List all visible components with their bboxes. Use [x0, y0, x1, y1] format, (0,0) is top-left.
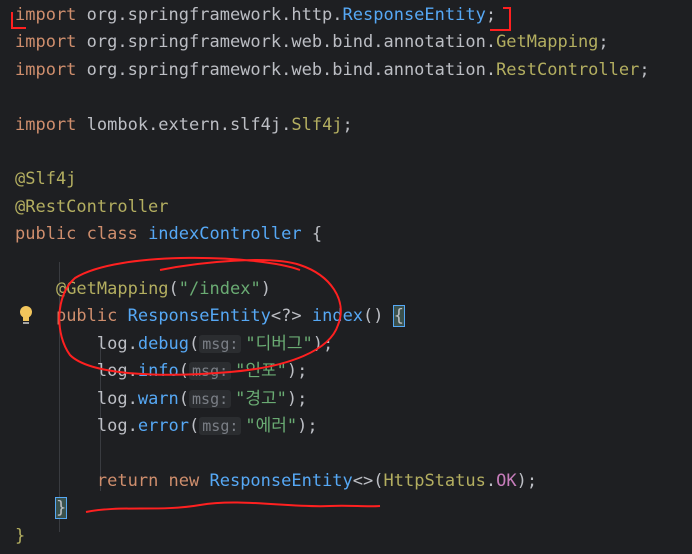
- code-token: Slf4j: [291, 114, 343, 135]
- code-token: @GetMapping: [55, 279, 169, 299]
- code-line[interactable]: return new ResponseEntity<>(HttpStatus.O…: [15, 468, 537, 495]
- code-token: {: [392, 305, 406, 328]
- code-token: {: [301, 224, 323, 245]
- code-token: (: [189, 416, 200, 436]
- code-token: (): [363, 306, 394, 327]
- code-token: );: [286, 388, 308, 409]
- code-token: import: [15, 32, 77, 53]
- code-token: (: [178, 388, 190, 409]
- code-token: );: [312, 333, 334, 354]
- code-token: log.: [15, 361, 138, 382]
- parameter-hint: msg:: [199, 417, 242, 435]
- code-token: "에러": [245, 416, 298, 436]
- code-token: HttpStatus: [383, 470, 486, 491]
- code-token: debug: [137, 333, 190, 354]
- code-token: <>(: [352, 470, 384, 491]
- code-token: org.springframework.web.bind.annotation.: [76, 59, 497, 80]
- code-line[interactable]: }: [15, 523, 25, 550]
- code-line[interactable]: @Slf4j: [15, 166, 76, 193]
- code-token: "디버그": [245, 333, 313, 354]
- code-line[interactable]: log.error(msg: "에러");: [15, 413, 318, 440]
- code-token: public: [55, 306, 128, 327]
- parameter-hint: msg:: [189, 389, 232, 408]
- lightbulb-icon[interactable]: [18, 305, 34, 325]
- code-token: (: [178, 361, 190, 382]
- code-token: (: [189, 333, 200, 354]
- code-token: }: [54, 497, 68, 520]
- code-token: RestController: [496, 59, 640, 80]
- code-token: public class: [15, 224, 149, 245]
- code-token: GetMapping: [496, 32, 599, 53]
- code-line[interactable]: import org.springframework.web.bind.anno…: [15, 29, 609, 56]
- code-token: }: [15, 525, 26, 546]
- code-token: ): [260, 279, 271, 299]
- code-token: );: [286, 361, 308, 382]
- code-token: );: [516, 470, 538, 491]
- code-token: "인포": [235, 361, 287, 382]
- code-token: import: [15, 59, 77, 80]
- code-token: "/index": [178, 279, 261, 299]
- code-token: OK: [496, 470, 517, 491]
- code-token: log.: [15, 388, 138, 409]
- code-token: ResponseEntity: [127, 306, 271, 327]
- code-token: log.: [15, 416, 138, 436]
- code-token: org.springframework.http.: [76, 5, 343, 25]
- code-line[interactable]: log.info(msg: "인포");: [15, 358, 308, 385]
- code-line[interactable]: import lombok.extern.slf4j.Slf4j;: [15, 112, 353, 139]
- code-token: org.springframework.web.bind.annotation.: [76, 32, 497, 53]
- code-line[interactable]: public ResponseEntity<?> index() {: [15, 303, 406, 330]
- code-token: warn: [137, 388, 179, 409]
- code-token: ;: [639, 59, 650, 80]
- code-token: );: [297, 416, 318, 436]
- code-line[interactable]: public class indexController {: [15, 221, 322, 248]
- parameter-hint: msg:: [189, 362, 232, 381]
- code-token: "경고": [235, 388, 287, 409]
- code-line[interactable]: @RestController: [15, 194, 169, 221]
- code-token: return new: [96, 470, 210, 491]
- code-line[interactable]: @GetMapping("/index"): [15, 276, 271, 303]
- code-token: log.: [15, 333, 138, 354]
- code-line[interactable]: import org.springframework.http.Response…: [15, 2, 496, 29]
- code-token: .: [485, 470, 497, 491]
- code-token: @Slf4j: [15, 169, 77, 190]
- code-token: lombok.extern.slf4j.: [76, 114, 292, 135]
- code-token: ResponseEntity: [209, 470, 353, 491]
- code-token: ;: [485, 5, 497, 25]
- code-line[interactable]: log.warn(msg: "경고");: [15, 386, 308, 413]
- code-token: info: [137, 361, 179, 382]
- code-editor[interactable]: import org.springframework.http.Response…: [0, 0, 692, 554]
- code-token: import: [15, 114, 77, 135]
- code-token: ;: [342, 114, 353, 135]
- code-token: (: [168, 279, 179, 299]
- code-token: indexController: [148, 224, 302, 245]
- code-token: ;: [598, 32, 609, 53]
- code-token: import: [15, 5, 77, 25]
- parameter-hint: msg:: [199, 334, 242, 353]
- code-line[interactable]: log.debug(msg: "디버그");: [15, 331, 333, 358]
- code-line[interactable]: import org.springframework.web.bind.anno…: [15, 57, 650, 84]
- code-token: <?>: [270, 306, 312, 327]
- code-line[interactable]: }: [15, 495, 68, 522]
- code-token: @RestController: [15, 196, 169, 217]
- code-token: ResponseEntity: [342, 5, 486, 25]
- code-token: index: [311, 306, 364, 327]
- code-token: error: [137, 416, 190, 436]
